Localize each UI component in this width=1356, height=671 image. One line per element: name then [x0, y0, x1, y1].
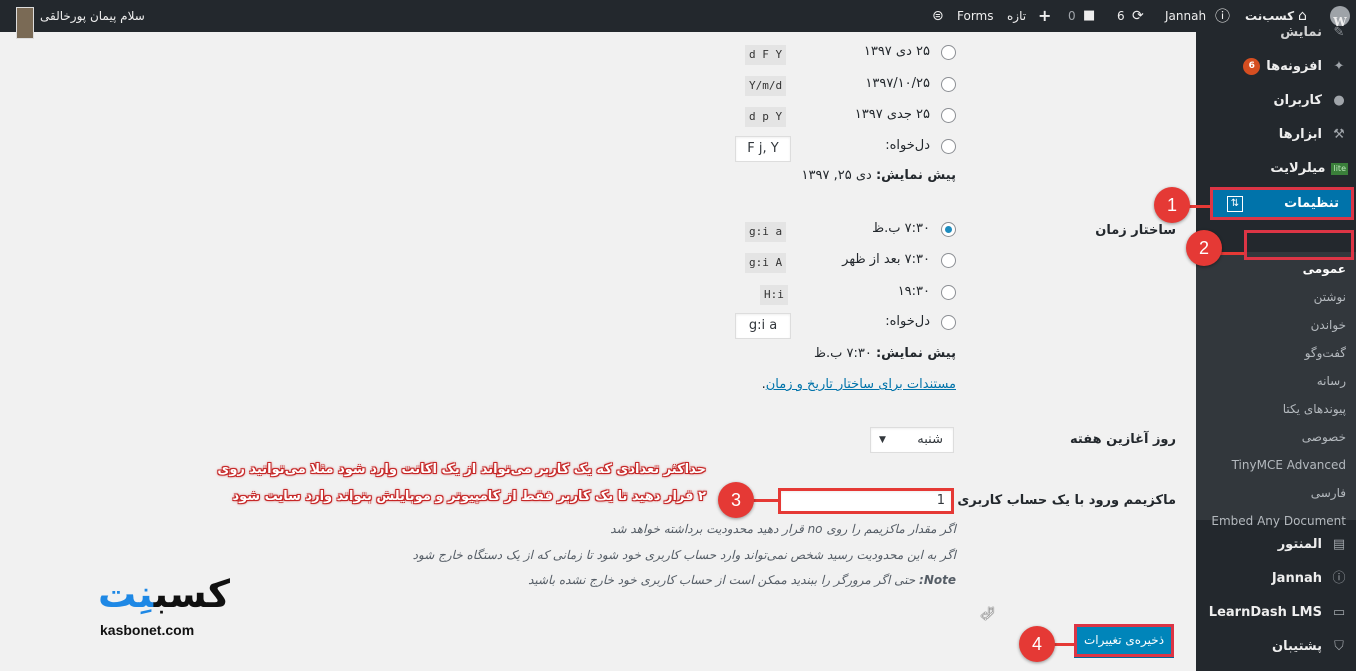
info-icon: ⓘ: [1332, 571, 1346, 586]
elementor-icon: ▤: [1332, 537, 1346, 552]
monitor-icon: ▭: [1332, 605, 1346, 620]
time-format-radio-2[interactable]: [941, 253, 956, 268]
settings-submenu: عمومی نوشتن خواندن گفت‌وگو رسانه پیوندها…: [1196, 252, 1356, 528]
submenu-item-permalinks[interactable]: پیوندهای یکتا: [1283, 402, 1346, 416]
admin-bar: W ⌂ کسب‌نت ⓘ Jannah ⟳ 6 ■ 0 + تازه ⊜ For…: [0, 0, 1356, 39]
mouse-cursor-icon: ⮰: [980, 604, 995, 625]
callout-2: 2: [1186, 230, 1222, 266]
save-changes-button[interactable]: ذخیره‌ی تغییرات: [1074, 624, 1174, 657]
sidebar-item-plugins[interactable]: ✦افزونه‌ها6: [1243, 50, 1348, 84]
comments-count[interactable]: 0: [1068, 0, 1076, 32]
callout-arrow-2: [1220, 252, 1246, 255]
date-format-radio-custom[interactable]: [941, 139, 956, 154]
time-format-label-1: ۷:۳۰ ب.ظ: [872, 221, 930, 236]
date-format-label-3: ۲۵ جدی ۱۳۹۷: [854, 107, 930, 122]
max-login-label: ماکزیمم ورود با یک حساب کاربری: [957, 493, 1176, 508]
submenu-item-discussion[interactable]: گفت‌وگو: [1305, 346, 1346, 360]
callout-4: 4: [1019, 626, 1055, 662]
date-format-code-3: d p Y: [745, 107, 787, 127]
time-format-radio-custom[interactable]: [941, 315, 956, 330]
submenu-item-general[interactable]: عمومی: [1303, 262, 1346, 276]
user-icon: ●: [1333, 93, 1345, 108]
sidebar-item-users[interactable]: ●کاربران: [1274, 84, 1348, 118]
plugins-update-badge: 6: [1243, 58, 1261, 75]
avatar[interactable]: [16, 7, 34, 39]
sidebar-item-mailerlite[interactable]: liteمیلرلایت: [1270, 152, 1348, 186]
submenu-item-embed[interactable]: Embed Any Document: [1211, 514, 1346, 528]
date-format-custom-input[interactable]: F j, Y: [735, 136, 791, 162]
wrench-icon: ⚒: [1333, 127, 1345, 142]
date-format-label-2: ۱۳۹۷/۱۰/۲۵: [865, 76, 930, 91]
sidebar-item-elementor[interactable]: ▤المنتور: [1278, 528, 1348, 562]
comments-icon[interactable]: ■: [1083, 0, 1095, 32]
admin-sidebar: ✎نمایش ✦افزونه‌ها6 ●کاربران ⚒ابزارها lit…: [1196, 25, 1356, 671]
max-login-desc-1: اگر مقدار ماکزیمم را روی no قرار دهید مح…: [610, 522, 956, 536]
callout-arrow-3: [750, 499, 780, 502]
submenu-item-tinymce[interactable]: TinyMCE Advanced: [1232, 458, 1346, 472]
greeting-link[interactable]: سلام پیمان پورخالقی: [40, 0, 145, 32]
callout-1: 1: [1154, 187, 1190, 223]
theme-link[interactable]: Jannah: [1165, 0, 1206, 32]
time-format-radio-3[interactable]: [941, 285, 956, 300]
submenu-item-writing[interactable]: نوشتن: [1314, 290, 1346, 304]
plugin-icon: ✦: [1333, 59, 1345, 74]
settings-icon: ⇅: [1227, 196, 1243, 212]
new-content-link[interactable]: تازه: [1007, 0, 1026, 32]
kasbonet-url: kasbonet.com: [100, 622, 195, 638]
time-format-label-3: ۱۹:۳۰: [897, 284, 930, 299]
time-format-radio-1[interactable]: [941, 222, 956, 237]
sidebar-item-settings[interactable]: تنظیمات ⇅: [1210, 187, 1354, 220]
date-format-code-2: Y/m/d: [745, 76, 787, 96]
shield-icon: ⛉: [1334, 639, 1344, 654]
sidebar-item-appearance[interactable]: ✎نمایش: [1280, 16, 1348, 50]
time-format-label-2: ۷:۳۰ بعد از ظهر: [842, 252, 930, 267]
submenu-item-persian[interactable]: فارسی: [1311, 486, 1346, 500]
date-time-docs: مستندات برای ساختار تاریخ و زمان.: [761, 377, 956, 392]
max-login-note: Note: حتی اگر مرورگر را ببندید ممکن است …: [528, 573, 956, 587]
time-format-preview: پیش نمایش: ۷:۳۰ ب.ظ: [813, 346, 956, 361]
callout-3: 3: [718, 482, 754, 518]
mailerlite-icon: lite: [1331, 162, 1348, 175]
info-icon[interactable]: ⓘ: [1215, 0, 1230, 32]
submenu-item-media[interactable]: رسانه: [1317, 374, 1346, 388]
forms-link[interactable]: Forms: [957, 0, 993, 32]
week-start-select[interactable]: شنبه ▼: [870, 427, 954, 453]
date-format-radio-2[interactable]: [941, 77, 956, 92]
annotation-line-1: حداکثر تعدادی که یک کاربر می‌تواند از یک…: [217, 462, 706, 477]
time-format-label: ساختار زمان: [1095, 223, 1176, 238]
updates-count[interactable]: 6: [1117, 0, 1125, 32]
plus-icon[interactable]: +: [1038, 0, 1051, 32]
forms-icon[interactable]: ⊜: [932, 0, 944, 32]
date-format-radio-3[interactable]: [941, 108, 956, 123]
annotation-line-2: ۲ قرار دهید تا یک کاربر فقط از کامپیوتر …: [232, 489, 706, 504]
time-format-code-2: g:i A: [745, 253, 787, 273]
sidebar-item-jannah[interactable]: Jannah ⓘ: [1272, 562, 1348, 596]
submenu-item-privacy[interactable]: خصوصی: [1302, 430, 1346, 444]
date-format-code-1: d F Y: [745, 45, 787, 65]
time-format-code-3: H:i: [760, 285, 788, 305]
date-format-radio-1[interactable]: [941, 45, 956, 60]
sidebar-item-tools[interactable]: ⚒ابزارها: [1279, 118, 1348, 152]
sidebar-item-learndash[interactable]: LearnDash LMS ▭: [1209, 596, 1348, 630]
general-highlight-box: [1244, 230, 1354, 260]
date-format-custom-label: دل‌خواه:: [885, 138, 930, 153]
chevron-down-icon: ▼: [879, 435, 886, 445]
time-format-custom-input[interactable]: g:i a: [735, 313, 791, 339]
date-time-docs-link[interactable]: مستندات برای ساختار تاریخ و زمان: [766, 377, 956, 392]
max-login-input[interactable]: 1: [778, 488, 954, 514]
kasbonet-logo: کسبنِت: [98, 572, 231, 616]
sidebar-item-backup[interactable]: ⛉پشتیبان: [1272, 630, 1348, 664]
date-format-label-1: ۲۵ دی ۱۳۹۷: [863, 44, 930, 59]
updates-icon[interactable]: ⟳: [1132, 0, 1144, 32]
time-format-code-1: g:i a: [745, 222, 787, 242]
submenu-item-reading[interactable]: خواندن: [1311, 318, 1346, 332]
max-login-desc-2: اگر به این محدودیت رسید شخص نمی‌تواند وا…: [412, 548, 956, 562]
brush-icon: ✎: [1333, 25, 1345, 40]
time-format-custom-label: دل‌خواه:: [885, 314, 930, 329]
week-start-label: روز آغازین هفته: [1070, 432, 1176, 447]
date-format-preview: پیش نمایش: دی ۲۵, ۱۳۹۷: [801, 168, 956, 183]
